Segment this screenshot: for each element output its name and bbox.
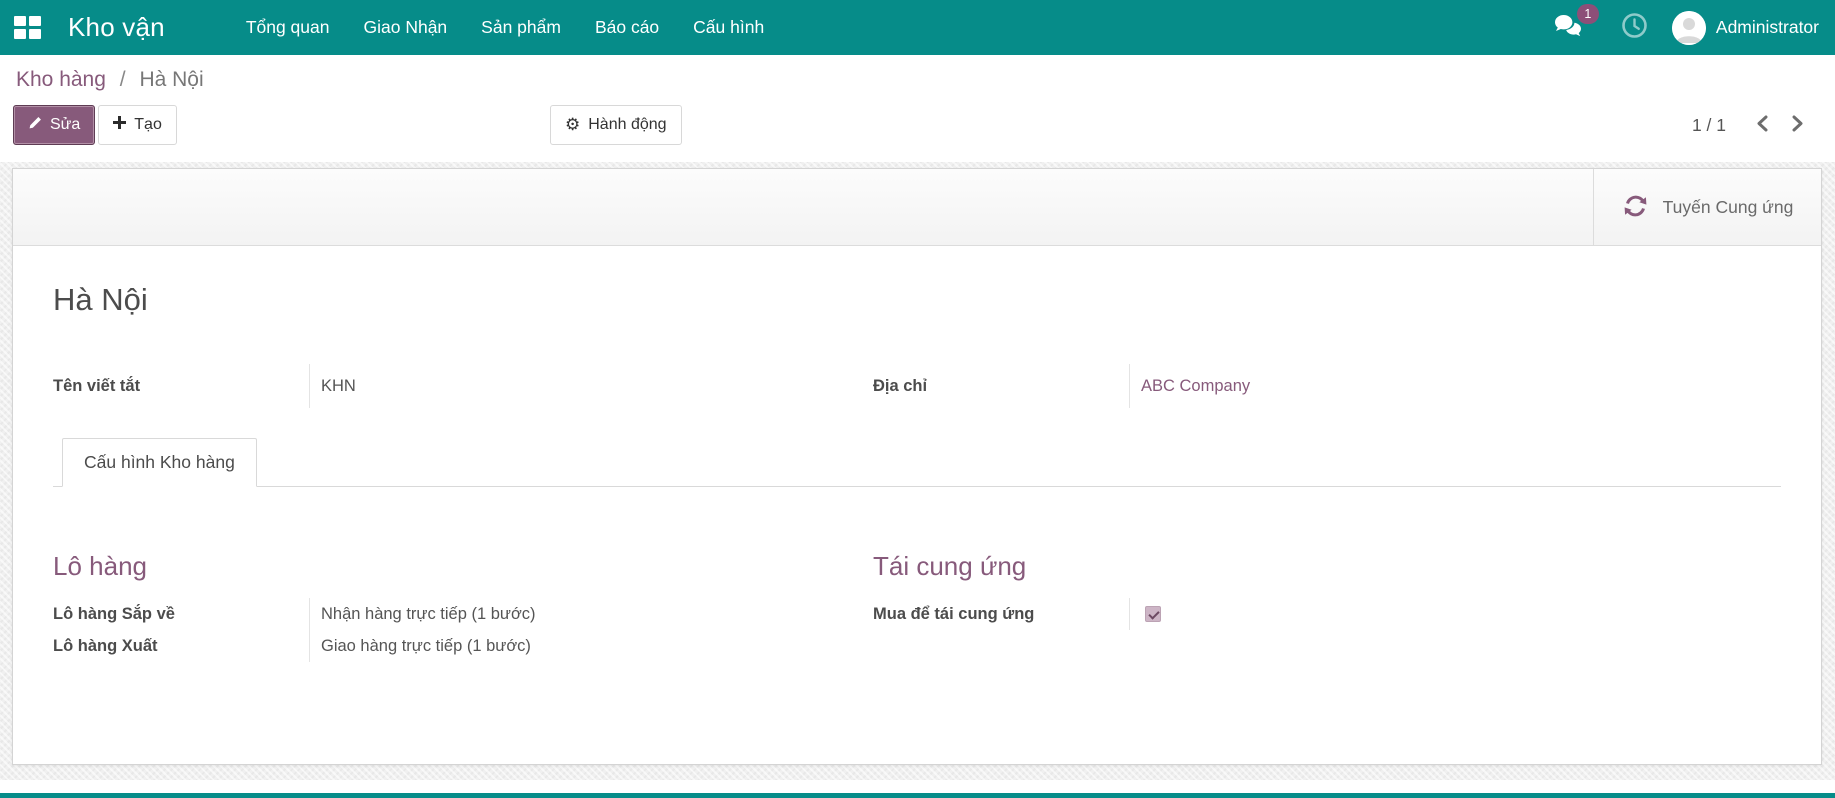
- section-resupply-title: Tái cung ứng: [873, 551, 1027, 581]
- pencil-icon: [28, 116, 42, 135]
- outgoing-shipments-label: Lô hàng Xuất: [53, 636, 158, 655]
- edit-button-label: Sửa: [50, 116, 81, 133]
- menu-item-san-pham[interactable]: Sản phẩm: [464, 0, 578, 55]
- apps-menu-icon[interactable]: [14, 16, 41, 39]
- buy-to-resupply-checkbox[interactable]: [1145, 606, 1161, 622]
- pager-next-button[interactable]: [1785, 112, 1808, 138]
- form-sheet: Tuyến Cung ứng Hà Nội Tên viết tắt KHN Đ…: [12, 168, 1822, 765]
- breadcrumb: Kho hàng / Hà Nội: [13, 68, 1808, 92]
- clock-icon: [1621, 12, 1648, 44]
- notebook-tabs: Cấu hình Kho hàng: [53, 438, 1781, 487]
- apps-icon-square: [14, 16, 26, 26]
- top-navbar: Kho vận Tổng quan Giao Nhận Sản phẩm Báo…: [0, 0, 1835, 55]
- pager-value: 1 / 1: [1691, 114, 1726, 135]
- menu-item-bao-cao[interactable]: Báo cáo: [578, 0, 676, 55]
- control-panel-buttons: Sửa Tạo ⚙ Hành động 1 / 1: [13, 105, 1808, 145]
- menu-item-giao-nhan[interactable]: Giao Nhận: [347, 0, 465, 55]
- tab-warehouse-configuration[interactable]: Cấu hình Kho hàng: [62, 438, 257, 487]
- chevron-right-icon: [1787, 114, 1806, 136]
- control-panel: Kho hàng / Hà Nội Sửa Tạo ⚙ Hành động 1 …: [0, 55, 1835, 162]
- address-value-link[interactable]: ABC Company: [1129, 364, 1781, 408]
- address-label: Địa chỉ: [873, 376, 928, 395]
- field-incoming-shipments: Lô hàng Sắp về Nhận hàng trực tiếp (1 bư…: [53, 598, 873, 630]
- record-title: Hà Nội: [53, 282, 148, 317]
- form-button-box: Tuyến Cung ứng: [13, 169, 1821, 246]
- incoming-shipments-value[interactable]: Nhận hàng trực tiếp (1 bước): [309, 598, 873, 630]
- menu-item-cau-hinh[interactable]: Cấu hình: [676, 0, 781, 55]
- chat-bubbles-icon: [1553, 14, 1583, 42]
- field-buy-to-resupply: Mua để tái cung ứng: [873, 598, 1781, 630]
- field-outgoing-shipments: Lô hàng Xuất Giao hàng trực tiếp (1 bước…: [53, 630, 873, 662]
- apps-icon-square: [29, 29, 41, 39]
- incoming-shipments-label: Lô hàng Sắp về: [53, 604, 175, 623]
- menu-item-tong-quan[interactable]: Tổng quan: [229, 0, 347, 55]
- apps-icon-square: [14, 29, 26, 39]
- section-shipments-title: Lô hàng: [53, 551, 147, 581]
- short-name-label: Tên viết tắt: [53, 376, 141, 395]
- breadcrumb-separator: /: [119, 68, 126, 91]
- bottom-accent-bar: [0, 793, 1835, 798]
- messages-menu[interactable]: 1: [1553, 3, 1599, 43]
- tab-content: Lô hàng Lô hàng Sắp về Nhận hàng trực ti…: [53, 551, 1781, 662]
- navbar-right-systray: 1 Administrator: [1553, 3, 1819, 45]
- app-brand[interactable]: Kho vận: [68, 12, 165, 43]
- chevron-left-icon: [1754, 114, 1773, 136]
- outgoing-shipments-value[interactable]: Giao hàng trực tiếp (1 bước): [309, 630, 873, 662]
- field-address: Địa chỉ ABC Company: [873, 364, 1781, 408]
- top-field-group: Tên viết tắt KHN Địa chỉ ABC Company: [53, 364, 1781, 408]
- buy-to-resupply-value-cell: [1129, 598, 1781, 630]
- smart-button-label: Tuyến Cung ứng: [1662, 196, 1794, 217]
- short-name-value[interactable]: KHN: [309, 364, 873, 408]
- pager-previous-button[interactable]: [1752, 112, 1775, 138]
- apps-icon-square: [29, 16, 41, 26]
- content-area: Tuyến Cung ứng Hà Nội Tên viết tắt KHN Đ…: [0, 162, 1835, 780]
- section-resupply: Tái cung ứng Mua để tái cung ứng: [873, 551, 1781, 662]
- supply-routes-smart-button[interactable]: Tuyến Cung ứng: [1593, 169, 1821, 245]
- create-button[interactable]: Tạo: [98, 105, 177, 145]
- avatar: [1671, 10, 1706, 45]
- gear-icon: ⚙: [565, 114, 581, 135]
- action-menu-button[interactable]: ⚙ Hành động: [550, 105, 682, 145]
- sheet-body: Hà Nội Tên viết tắt KHN Địa chỉ ABC Comp…: [13, 246, 1821, 662]
- section-shipments: Lô hàng Lô hàng Sắp về Nhận hàng trực ti…: [53, 551, 873, 662]
- create-button-label: Tạo: [134, 116, 162, 133]
- pager: 1 / 1: [1692, 112, 1808, 138]
- edit-button[interactable]: Sửa: [13, 105, 96, 145]
- field-short-name: Tên viết tắt KHN: [53, 364, 873, 408]
- user-menu[interactable]: Administrator: [1671, 10, 1819, 45]
- user-name: Administrator: [1715, 17, 1819, 37]
- breadcrumb-current: Hà Nội: [139, 68, 204, 91]
- activity-menu[interactable]: [1621, 12, 1648, 44]
- main-menu: Tổng quan Giao Nhận Sản phẩm Báo cáo Cấu…: [229, 0, 781, 55]
- plus-icon: [113, 116, 127, 134]
- refresh-icon: [1622, 194, 1649, 221]
- buy-to-resupply-label: Mua để tái cung ứng: [873, 604, 1035, 623]
- messages-badge: 1: [1576, 3, 1599, 24]
- breadcrumb-parent-link[interactable]: Kho hàng: [16, 68, 106, 91]
- action-button-label: Hành động: [588, 116, 667, 133]
